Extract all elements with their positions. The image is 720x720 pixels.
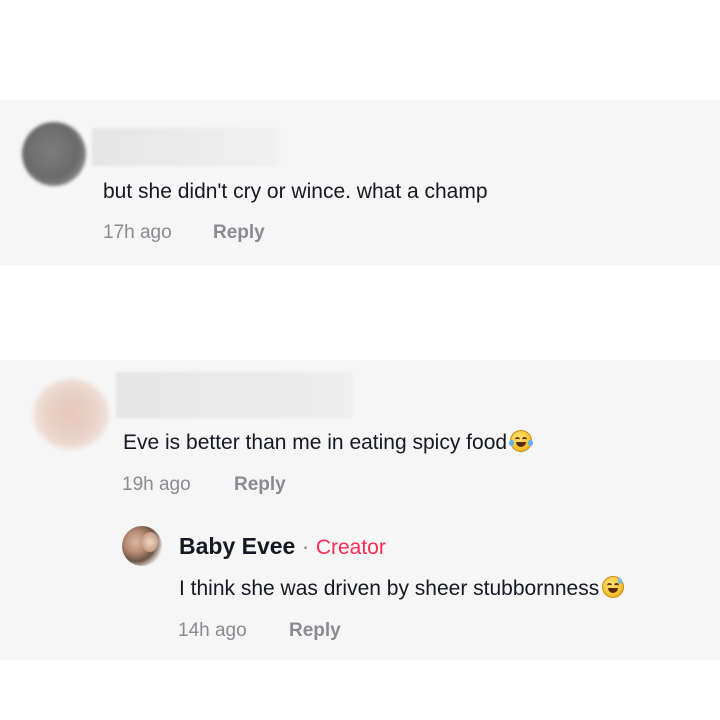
reply-timestamp: 14h ago <box>178 620 247 641</box>
reply-button[interactable]: Reply <box>289 619 341 643</box>
comment-card: but she didn't cry or wince. what a cham… <box>0 100 720 266</box>
creator-name-row: Baby Evee · Creator <box>179 532 386 562</box>
comment-timestamp: 17h ago <box>103 222 172 243</box>
reply-button[interactable]: Reply <box>234 473 286 497</box>
username-blurred[interactable] <box>116 372 352 418</box>
avatar[interactable] <box>22 122 86 186</box>
username-blurred[interactable] <box>92 128 280 166</box>
grinning-sweat-emoji-icon <box>602 576 625 598</box>
reply-text-content: I think she was driven by sheer stubborn… <box>179 577 600 600</box>
creator-username[interactable]: Baby Evee <box>179 533 295 559</box>
avatar[interactable] <box>33 379 109 449</box>
name-separator: · <box>301 533 310 559</box>
reply-button[interactable]: Reply <box>213 221 265 245</box>
comment-timestamp: 19h ago <box>122 474 191 495</box>
reply-text: I think she was driven by sheer stubborn… <box>179 576 625 602</box>
comment-text: but she didn't cry or wince. what a cham… <box>103 180 488 203</box>
comment-text: Eve is better than me in eating spicy fo… <box>123 430 534 456</box>
creator-avatar-detail <box>142 532 158 552</box>
tears-of-joy-emoji-icon <box>509 430 534 452</box>
creator-avatar[interactable] <box>122 526 162 566</box>
comment-text-content: Eve is better than me in eating spicy fo… <box>123 431 508 454</box>
comment-card: Eve is better than me in eating spicy fo… <box>0 360 720 660</box>
creator-badge: Creator <box>315 536 386 559</box>
